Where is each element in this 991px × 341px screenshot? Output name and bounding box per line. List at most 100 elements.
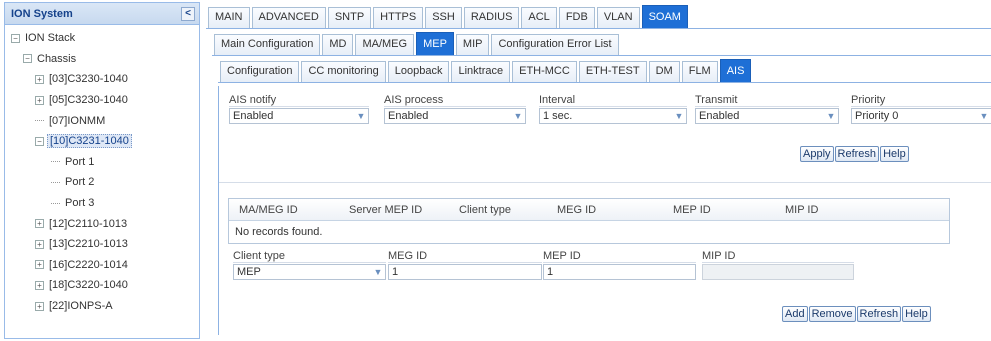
tree-node[interactable]: Port 3 (5, 193, 199, 214)
remove-button[interactable]: Remove (808, 306, 856, 322)
tab-ssh[interactable]: SSH (425, 7, 462, 28)
mep-tab-flm[interactable]: FLM (681, 61, 718, 82)
tree-node-label[interactable]: Port 2 (63, 176, 96, 188)
collapse-icon[interactable]: − (11, 33, 20, 43)
tree-node-label[interactable]: [05]C3230-1040 (47, 94, 130, 106)
expand-icon[interactable]: + (35, 95, 44, 105)
tree-node[interactable]: Port 2 (5, 172, 199, 193)
ais-process-field: AIS process Enabled ▼ (384, 94, 526, 124)
column-header[interactable]: Client type (449, 204, 547, 216)
subtab-mep[interactable]: MEP (416, 32, 454, 55)
collapse-icon[interactable]: − (35, 136, 44, 146)
interval-select[interactable]: 1 sec. ▼ (539, 108, 687, 124)
tree-node[interactable]: − ION Stack (5, 28, 199, 49)
expand-icon[interactable]: + (35, 74, 44, 84)
tree-node[interactable]: [07]IONMM (5, 110, 199, 131)
mep-tab-eth-test[interactable]: ETH-TEST (578, 61, 647, 82)
tree-node[interactable]: − [10]C3231-1040 (5, 131, 199, 152)
column-header[interactable]: MIP ID (775, 204, 875, 216)
column-header[interactable]: MEG ID (547, 204, 663, 216)
transmit-select[interactable]: Enabled ▼ (695, 108, 839, 124)
tree-node[interactable]: + [03]C3230-1040 (5, 69, 199, 90)
tree-node-label[interactable]: Port 3 (63, 197, 96, 209)
tree-node[interactable]: + [22]IONPS-A (5, 296, 199, 317)
tab-vlan[interactable]: VLAN (596, 7, 640, 28)
ais-process-select[interactable]: Enabled ▼ (384, 108, 526, 124)
tab-acl[interactable]: ACL (521, 7, 557, 28)
tab-advanced[interactable]: ADVANCED (251, 7, 326, 28)
expand-icon[interactable]: + (35, 301, 44, 311)
tree-node-label[interactable]: Port 1 (63, 156, 96, 168)
mep-id-field: MEP ID 1 (543, 250, 696, 280)
meg-id-label: MEG ID (388, 250, 542, 263)
column-header[interactable]: MEP ID (663, 204, 775, 216)
mep-tab-ais[interactable]: AIS (719, 59, 752, 82)
tree-node[interactable]: + [18]C3220-1040 (5, 275, 199, 296)
mep-tab-eth-mcc[interactable]: ETH-MCC (512, 61, 577, 82)
collapse-panel-icon[interactable]: < (181, 6, 195, 21)
tree-connector (51, 202, 60, 204)
tree-panel-header: ION System < (5, 3, 199, 25)
column-header[interactable]: MA/MEG ID (229, 204, 339, 216)
expand-icon[interactable]: + (35, 219, 44, 229)
mep-tab-dm[interactable]: DM (648, 61, 680, 82)
mep-id-label: MEP ID (543, 250, 696, 263)
expand-icon[interactable]: + (35, 260, 44, 270)
grid-empty-message: No records found. (235, 226, 323, 238)
ais-process-value: Enabled (388, 110, 429, 122)
tree-node-label[interactable]: Chassis (35, 53, 78, 65)
tab-sntp[interactable]: SNTP (327, 7, 372, 28)
refresh-button[interactable]: Refresh (856, 306, 902, 322)
add-button[interactable]: Add (782, 306, 808, 322)
tree-node-label[interactable]: [03]C3230-1040 (47, 73, 130, 85)
help-button[interactable]: Help (902, 306, 931, 322)
tab-soam[interactable]: SOAM (641, 5, 688, 28)
chevron-down-icon: ▼ (373, 267, 383, 277)
expand-icon[interactable]: + (35, 239, 44, 249)
tree-node-label[interactable]: [18]C3220-1040 (47, 279, 130, 291)
chevron-down-icon: ▼ (356, 111, 366, 121)
expand-icon[interactable]: + (35, 280, 44, 290)
subtab-ma-meg[interactable]: MA/MEG (355, 34, 415, 55)
client-button-group: Add Remove Refresh Help (782, 306, 932, 322)
mep-tab-loopback[interactable]: Loopback (387, 61, 450, 82)
tree-panel-title: ION System (11, 7, 73, 20)
subtab-main-configuration[interactable]: Main Configuration (214, 34, 321, 55)
chevron-down-icon: ▼ (513, 111, 523, 121)
apply-button[interactable]: Apply (800, 146, 834, 162)
tab-main[interactable]: MAIN (208, 7, 250, 28)
tab-radius[interactable]: RADIUS (463, 7, 520, 28)
meg-id-input[interactable]: 1 (388, 264, 542, 280)
tree-node-label[interactable]: [13]C2210-1013 (47, 238, 130, 250)
tree-node-label[interactable]: [12]C2110-1013 (47, 218, 129, 230)
subtab-configuration-error-list[interactable]: Configuration Error List (491, 34, 619, 55)
tree-node-label[interactable]: ION Stack (23, 32, 77, 44)
tab-fdb[interactable]: FDB (558, 7, 595, 28)
tree-node[interactable]: + [12]C2110-1013 (5, 213, 199, 234)
tree-node-label[interactable]: [22]IONPS-A (47, 300, 115, 312)
priority-select[interactable]: Priority 0 ▼ (851, 108, 991, 124)
tree-node[interactable]: Port 1 (5, 152, 199, 173)
tree-node[interactable]: − Chassis (5, 49, 199, 70)
collapse-icon[interactable]: − (23, 54, 32, 64)
client-type-select[interactable]: MEP ▼ (233, 264, 386, 280)
priority-field: Priority Priority 0 ▼ (851, 94, 991, 124)
mep-tab-cc-monitoring[interactable]: CC monitoring (301, 61, 386, 82)
subtab-mip[interactable]: MIP (455, 34, 490, 55)
help-button[interactable]: Help (880, 146, 909, 162)
interval-field: Interval 1 sec. ▼ (539, 94, 687, 124)
tab-https[interactable]: HTTPS (373, 7, 424, 28)
ais-notify-select[interactable]: Enabled ▼ (229, 108, 369, 124)
refresh-button[interactable]: Refresh (834, 146, 880, 162)
mep-tab-linktrace[interactable]: Linktrace (451, 61, 511, 82)
tree-node-label[interactable]: [16]C2220-1014 (47, 259, 130, 271)
tree-node[interactable]: + [05]C3230-1040 (5, 90, 199, 111)
tree-node[interactable]: + [16]C2220-1014 (5, 255, 199, 276)
column-header[interactable]: Server MEP ID (339, 204, 449, 216)
mep-tab-configuration[interactable]: Configuration (220, 61, 300, 82)
tree-node[interactable]: + [13]C2210-1013 (5, 234, 199, 255)
tree-node-label[interactable]: [07]IONMM (47, 115, 107, 127)
tree-node-label[interactable]: [10]C3231-1040 (47, 134, 132, 149)
subtab-md[interactable]: MD (322, 34, 354, 55)
mep-id-input[interactable]: 1 (543, 264, 696, 280)
